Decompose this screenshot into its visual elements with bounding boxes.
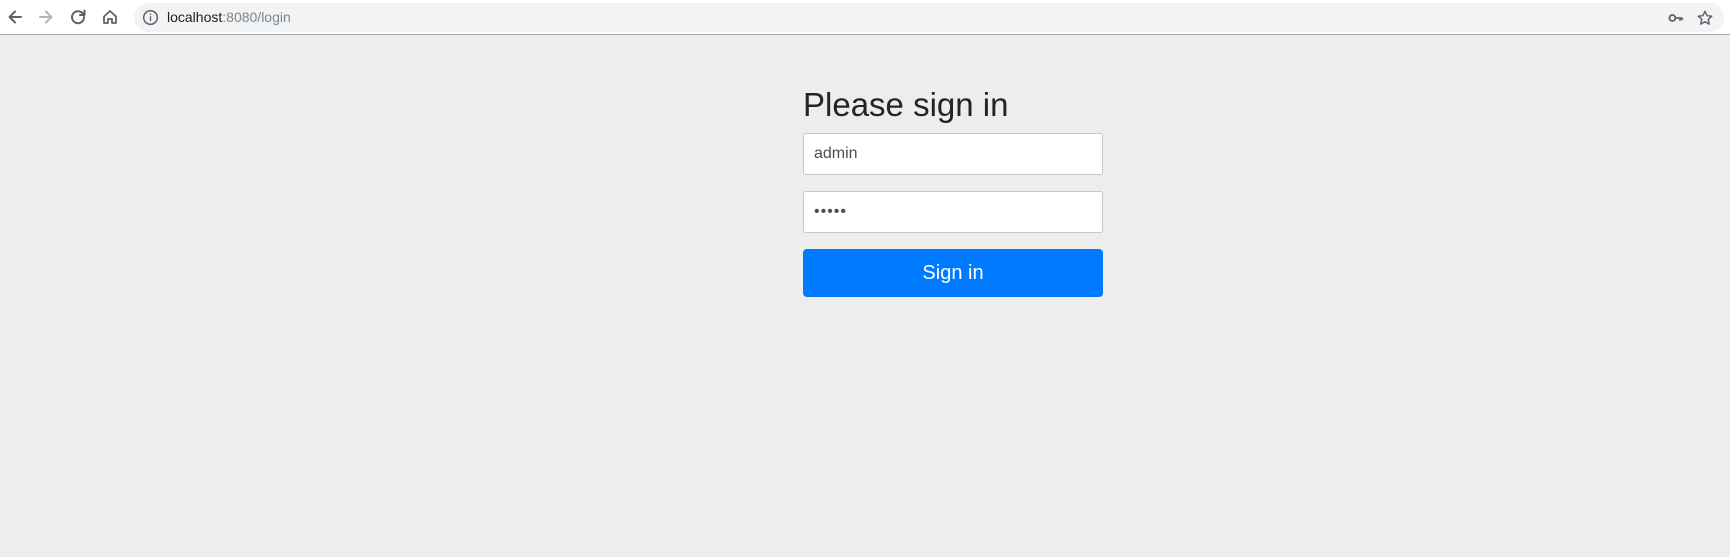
forward-arrow-icon [39, 10, 53, 24]
sign-in-button[interactable]: Sign in [803, 249, 1103, 297]
forward-button[interactable] [33, 4, 59, 30]
star-icon [1697, 10, 1713, 25]
browser-toolbar: localhost:8080/login [0, 0, 1730, 35]
signin-heading: Please sign in [803, 86, 1009, 123]
info-icon[interactable] [142, 9, 159, 26]
reload-icon [71, 9, 86, 25]
url-path: :8080/login [222, 9, 291, 25]
back-arrow-icon [8, 10, 22, 24]
password-input[interactable] [803, 191, 1103, 233]
reload-button[interactable] [65, 4, 91, 30]
page-content: Please sign in Sign in [0, 35, 1730, 557]
url-text[interactable]: localhost:8080/login [167, 9, 291, 26]
key-icon [1668, 14, 1684, 22]
url-host: localhost [167, 9, 223, 25]
home-button[interactable] [97, 4, 123, 30]
home-icon [103, 10, 117, 24]
signin-form: Please sign in Sign in [803, 85, 1103, 297]
username-input[interactable] [803, 133, 1103, 175]
password-key-button[interactable] [1666, 8, 1686, 28]
bookmark-button[interactable] [1695, 8, 1715, 28]
back-button[interactable] [2, 4, 28, 30]
address-bar[interactable]: localhost:8080/login [134, 3, 1724, 32]
